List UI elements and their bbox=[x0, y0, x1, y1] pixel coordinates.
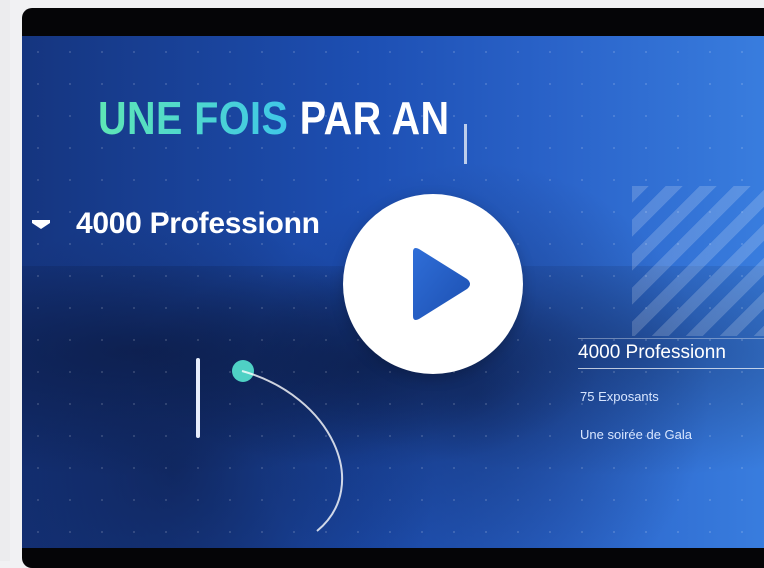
headline-divider bbox=[464, 124, 467, 164]
headline-rest: PAR AN bbox=[299, 92, 450, 144]
right-panel-rule bbox=[578, 368, 764, 369]
right-panel-top-rule bbox=[578, 338, 764, 339]
gala-text: Une soirée de Gala bbox=[580, 427, 693, 442]
page-side-strip bbox=[0, 0, 10, 561]
professionals-row: 4000 Professionn bbox=[32, 204, 320, 244]
exhibitors-text: 75 Exposants bbox=[580, 389, 659, 404]
vertical-accent-bar bbox=[196, 358, 200, 438]
video-headline: UNE FOIS PAR AN bbox=[98, 90, 450, 146]
professionals-large-text: 4000 Professionn bbox=[76, 207, 320, 240]
headline-accent: UNE FOIS bbox=[98, 92, 289, 144]
play-button[interactable] bbox=[343, 194, 523, 374]
chevron-down-icon bbox=[32, 220, 50, 229]
diagonal-stripes-decoration bbox=[632, 186, 764, 336]
video-card: UNE FOIS PAR AN 4000 Professionn 4000 Pr… bbox=[22, 8, 764, 568]
play-icon bbox=[413, 248, 470, 320]
professionals-right-text: 4000 Professionn bbox=[578, 342, 726, 363]
arc-decoration bbox=[241, 370, 344, 532]
